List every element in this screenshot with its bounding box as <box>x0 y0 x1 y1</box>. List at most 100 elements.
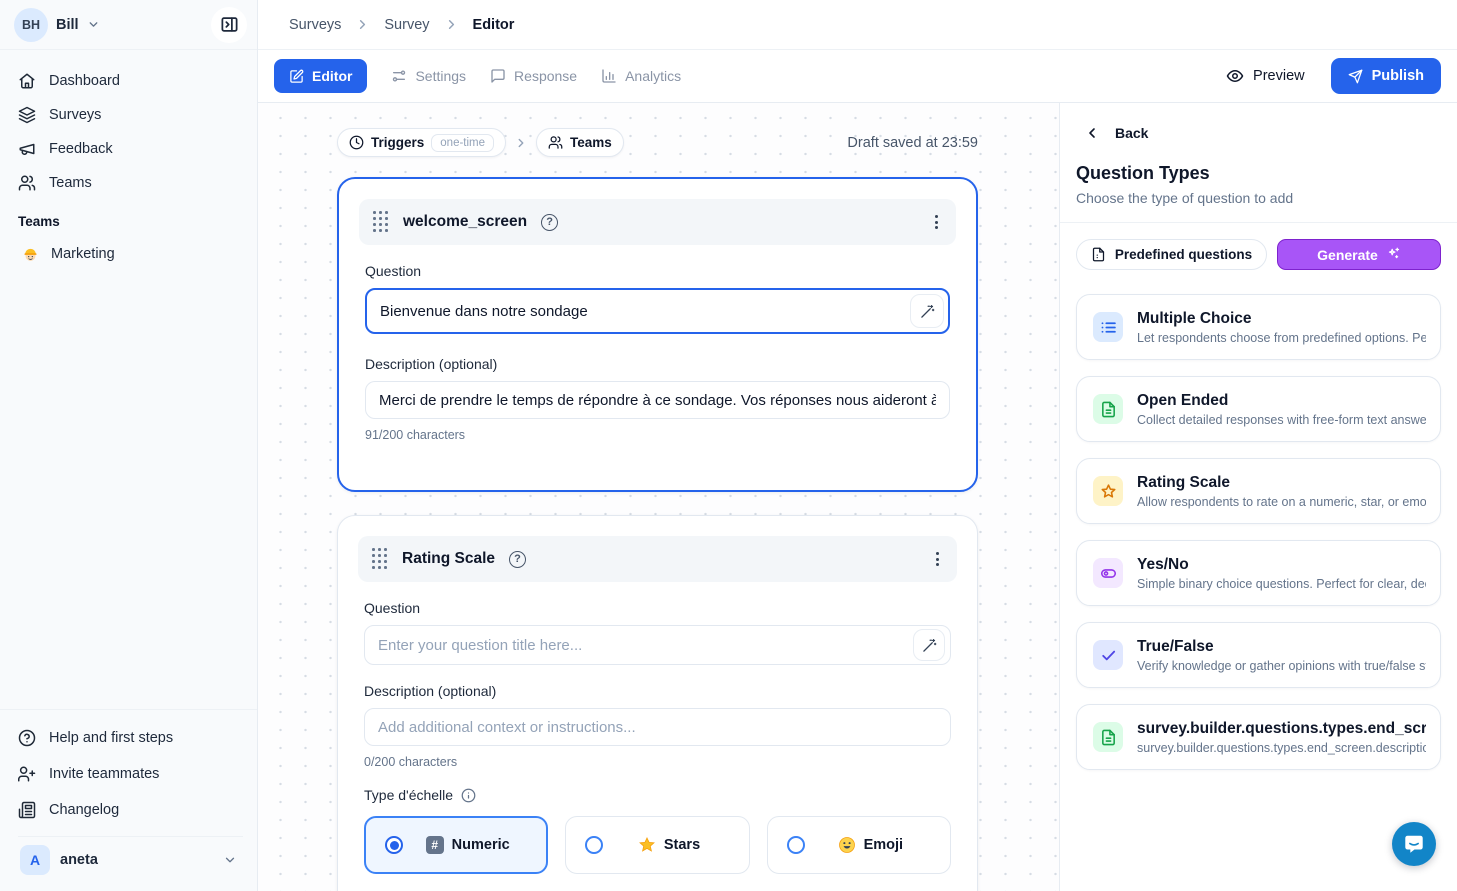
drag-handle-icon[interactable] <box>372 548 388 570</box>
sidebar-item-help[interactable]: Help and first steps <box>18 720 243 756</box>
org-name: aneta <box>60 852 98 868</box>
scale-option-label: Emoji <box>864 837 903 853</box>
avatar[interactable]: BH <box>14 8 48 42</box>
radio-selected-icon <box>385 836 403 854</box>
description-label: Description (optional) <box>365 356 950 372</box>
description-input[interactable] <box>365 381 950 419</box>
sidebar-item-label: Surveys <box>49 107 101 123</box>
question-input[interactable] <box>365 288 950 334</box>
generate-button[interactable]: Generate <box>1277 239 1441 270</box>
type-desc: Collect detailed responses with free-for… <box>1137 413 1426 427</box>
kebab-menu-icon[interactable] <box>932 548 943 570</box>
sidebar-item-label: Dashboard <box>49 73 120 89</box>
sliders-icon <box>391 68 407 84</box>
sidebar-item-feedback[interactable]: Feedback <box>18 132 243 166</box>
type-card-yes-no[interactable]: Yes/No Simple binary choice questions. P… <box>1076 540 1441 606</box>
rating-scale-card[interactable]: Rating Scale ? Question Description (opt… <box>337 515 978 891</box>
question-input[interactable] <box>364 625 951 665</box>
type-card-true-false[interactable]: True/False Verify knowledge or gather op… <box>1076 622 1441 688</box>
scale-option-label: Stars <box>664 837 700 853</box>
org-switcher[interactable]: A aneta <box>18 836 243 881</box>
user-plus-icon <box>18 765 36 783</box>
smiley-emoji-icon <box>838 836 856 854</box>
tab-label: Response <box>514 68 577 84</box>
welcome-screen-card[interactable]: welcome_screen ? Question Description (o… <box>337 177 978 492</box>
draft-status: Draft saved at 23:59 <box>847 135 978 151</box>
chevron-left-icon <box>1084 125 1100 141</box>
users-icon <box>18 174 36 192</box>
sidebar-item-changelog[interactable]: Changelog <box>18 792 243 828</box>
tab-editor[interactable]: Editor <box>274 59 367 93</box>
publish-button[interactable]: Publish <box>1331 58 1441 94</box>
scale-option-emoji[interactable]: Emoji <box>767 816 951 874</box>
survey-canvas: Triggers one-time Teams Draft saved at 2… <box>258 103 1059 891</box>
scale-options: # Numeric Stars Emoji <box>364 816 951 874</box>
breadcrumb-surveys[interactable]: Surveys <box>289 17 341 33</box>
chevron-down-icon[interactable] <box>87 18 100 31</box>
info-icon[interactable] <box>461 788 476 803</box>
help-icon[interactable]: ? <box>541 214 558 231</box>
magic-wand-button[interactable] <box>910 294 944 328</box>
editor-toolbar: Editor Settings Response Analytics Previ… <box>258 50 1457 103</box>
type-title: Open Ended <box>1137 392 1426 410</box>
scale-option-label: Numeric <box>452 837 510 853</box>
sidebar-item-teams[interactable]: Teams <box>18 166 243 200</box>
teams-section-header: Teams <box>0 200 257 229</box>
user-name[interactable]: Bill <box>56 17 79 33</box>
scale-option-numeric[interactable]: # Numeric <box>364 816 548 874</box>
one-time-badge: one-time <box>431 134 494 152</box>
layers-icon <box>18 106 36 124</box>
predefined-questions-button[interactable]: Predefined questions <box>1076 239 1267 270</box>
sidebar-collapse-button[interactable] <box>211 7 247 43</box>
card-header: welcome_screen ? <box>359 199 956 245</box>
check-icon <box>1093 640 1123 670</box>
clock-icon <box>349 135 364 150</box>
breadcrumb-survey[interactable]: Survey <box>384 17 429 33</box>
triggers-chip[interactable]: Triggers one-time <box>337 128 506 157</box>
question-types-panel: Back Question Types Choose the type of q… <box>1059 103 1457 891</box>
breadcrumb: Surveys Survey Editor <box>258 0 1457 50</box>
type-title: True/False <box>1137 638 1426 656</box>
type-card-multiple-choice[interactable]: Multiple Choice Let respondents choose f… <box>1076 294 1441 360</box>
type-card-rating-scale[interactable]: Rating Scale Allow respondents to rate o… <box>1076 458 1441 524</box>
teams-chip[interactable]: Teams <box>536 128 624 157</box>
sidebar-item-surveys[interactable]: Surveys <box>18 98 243 132</box>
sidebar-item-dashboard[interactable]: Dashboard <box>18 64 243 98</box>
team-label: Marketing <box>51 246 115 262</box>
wand-icon <box>920 304 935 319</box>
back-label: Back <box>1115 125 1148 141</box>
preview-label: Preview <box>1253 68 1305 84</box>
teams-label: Teams <box>570 135 612 150</box>
list-icon <box>1093 312 1123 342</box>
star-emoji-icon <box>638 836 656 854</box>
tab-settings[interactable]: Settings <box>391 68 466 84</box>
chat-launcher-button[interactable] <box>1392 822 1436 866</box>
radio-icon <box>787 836 805 854</box>
type-desc: Allow respondents to rate on a numeric, … <box>1137 495 1426 509</box>
scale-option-stars[interactable]: Stars <box>565 816 749 874</box>
publish-label: Publish <box>1372 68 1424 84</box>
description-input[interactable] <box>364 708 951 746</box>
help-icon[interactable]: ? <box>509 551 526 568</box>
sidebar-item-label: Invite teammates <box>49 766 159 782</box>
kebab-menu-icon[interactable] <box>931 211 942 233</box>
tab-analytics[interactable]: Analytics <box>601 68 681 84</box>
tab-label: Settings <box>415 68 466 84</box>
sidebar-nav: Dashboard Surveys Feedback Teams <box>0 50 257 200</box>
scale-type-label: Type d'échelle <box>364 787 951 803</box>
bar-chart-icon <box>601 68 617 84</box>
sidebar-item-marketing[interactable]: Marketing <box>0 237 257 271</box>
back-button[interactable]: Back <box>1060 103 1457 141</box>
chevron-down-icon <box>223 853 237 867</box>
question-label: Question <box>364 600 951 616</box>
type-card-open-ended[interactable]: Open Ended Collect detailed responses wi… <box>1076 376 1441 442</box>
sidebar-item-label: Feedback <box>49 141 113 157</box>
tab-response[interactable]: Response <box>490 68 577 84</box>
sidebar-item-invite[interactable]: Invite teammates <box>18 756 243 792</box>
magic-wand-button[interactable] <box>913 629 945 661</box>
sidebar-item-label: Changelog <box>49 802 119 818</box>
drag-handle-icon[interactable] <box>373 211 389 233</box>
preview-button[interactable]: Preview <box>1226 67 1305 85</box>
sidebar-footer: Help and first steps Invite teammates Ch… <box>0 709 257 891</box>
type-card-end-screen[interactable]: survey.builder.questions.types.end_scr..… <box>1076 704 1441 770</box>
